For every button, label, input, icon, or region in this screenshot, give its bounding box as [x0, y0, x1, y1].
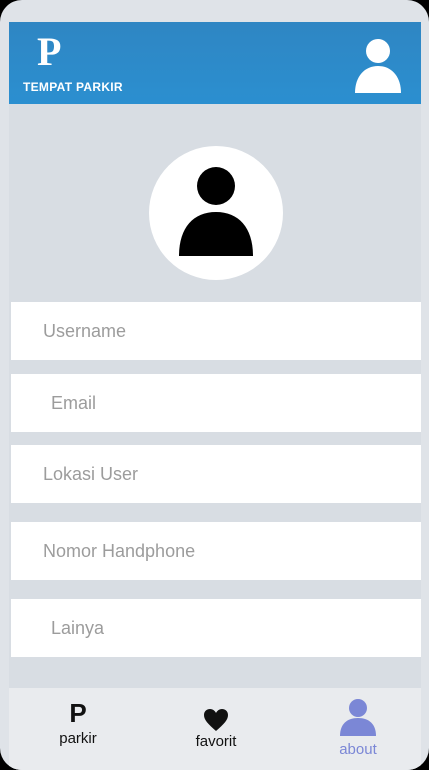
bottom-nav: P parkir favorit about: [9, 688, 421, 770]
nav-label-about: about: [339, 741, 377, 758]
location-field[interactable]: [11, 445, 421, 503]
brand-logo: P: [37, 29, 62, 74]
nav-label-favorit: favorit: [195, 733, 237, 750]
email-field[interactable]: [11, 374, 421, 432]
nav-item-about[interactable]: about: [303, 688, 413, 770]
nav-item-favorit[interactable]: favorit: [161, 688, 271, 770]
profile-avatar[interactable]: [149, 146, 283, 280]
brand-name: TEMPAT PARKIR: [23, 80, 123, 94]
phone-field[interactable]: [11, 522, 421, 580]
app-header: P TEMPAT PARKIR: [9, 22, 421, 104]
user-icon: [355, 39, 401, 93]
nav-item-parkir[interactable]: P parkir: [23, 688, 133, 770]
app-screen: P TEMPAT PARKIR P parkir: [9, 22, 421, 770]
person-icon: [340, 699, 376, 736]
p-icon: P: [69, 698, 87, 728]
username-field[interactable]: [11, 302, 421, 360]
phone-frame: P TEMPAT PARKIR P parkir: [0, 0, 429, 770]
nav-label-parkir: parkir: [59, 730, 97, 747]
heart-icon: [204, 709, 228, 731]
other-field[interactable]: [11, 599, 421, 657]
header-user-button[interactable]: [353, 36, 403, 94]
person-icon: [179, 167, 253, 256]
